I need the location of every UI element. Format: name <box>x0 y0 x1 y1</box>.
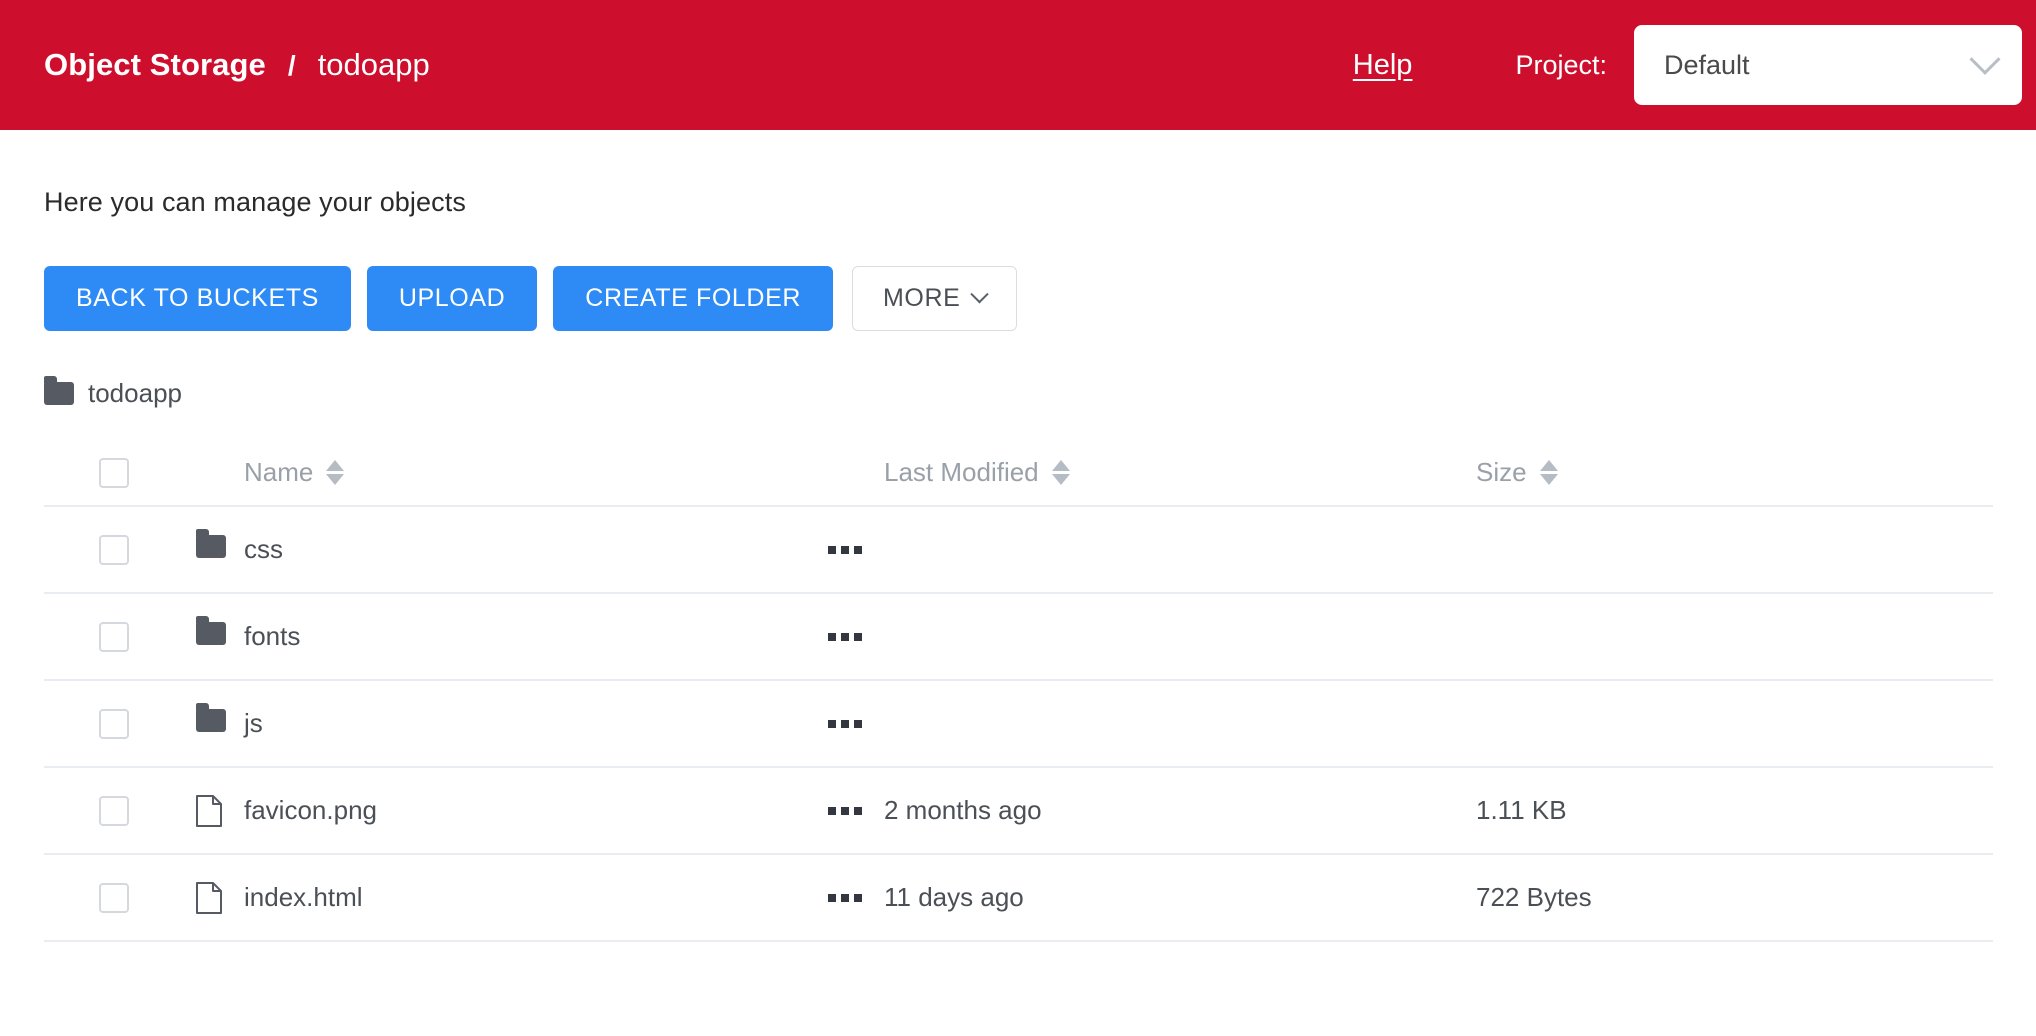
last-modified-column-label: Last Modified <box>884 457 1039 487</box>
row-actions-menu-icon[interactable] <box>828 545 884 554</box>
row-last-modified <box>884 679 1476 767</box>
row-menu-cell <box>828 853 884 942</box>
row-icon-cell <box>196 679 244 767</box>
size-column-header[interactable]: Size <box>1476 440 1993 506</box>
row-last-modified <box>884 592 1476 680</box>
table-row[interactable]: js <box>44 679 1993 767</box>
objects-table: Name Last Modified Size css fonts js fav… <box>44 440 1993 942</box>
project-select[interactable]: Default <box>1634 25 2022 105</box>
sort-icon[interactable] <box>1051 460 1070 485</box>
header-actions: Help Project: Default <box>1353 0 2022 130</box>
row-size: 1.11 KB <box>1476 766 1993 854</box>
row-name[interactable]: favicon.png <box>244 766 828 854</box>
row-icon-cell <box>196 505 244 593</box>
help-link[interactable]: Help <box>1353 49 1413 82</box>
upload-button[interactable]: UPLOAD <box>366 266 538 331</box>
more-button-label: MORE <box>883 284 961 312</box>
row-menu-cell <box>828 505 884 593</box>
folder-icon <box>196 703 226 732</box>
file-icon <box>196 794 222 827</box>
row-actions-menu-icon[interactable] <box>828 806 884 815</box>
row-checkbox[interactable] <box>99 708 129 739</box>
row-actions-menu-icon[interactable] <box>828 893 884 902</box>
page-subtitle: Here you can manage your objects <box>44 187 466 217</box>
breadcrumb: Object Storage / todoapp <box>44 47 430 83</box>
row-actions-menu-icon[interactable] <box>828 719 884 728</box>
row-menu-cell <box>828 766 884 854</box>
row-icon-cell <box>196 853 244 942</box>
chevron-down-icon <box>1969 43 2001 75</box>
select-all-cell <box>44 440 196 506</box>
app-header: Object Storage / todoapp Help Project: D… <box>0 0 2036 130</box>
row-icon-cell <box>196 592 244 680</box>
row-name[interactable]: css <box>244 505 828 593</box>
chevron-down-icon <box>970 285 990 304</box>
row-select-cell <box>44 505 196 593</box>
row-checkbox[interactable] <box>99 882 129 913</box>
table-row[interactable]: css <box>44 505 1993 593</box>
row-select-cell <box>44 679 196 767</box>
back-to-buckets-button[interactable]: BACK TO BUCKETS <box>44 266 351 331</box>
current-folder: todoapp <box>44 375 1992 410</box>
name-column-header[interactable]: Name <box>244 440 828 506</box>
table-header-row: Name Last Modified Size <box>44 440 1993 506</box>
row-name[interactable]: index.html <box>244 853 828 942</box>
row-name[interactable]: js <box>244 679 828 767</box>
menu-column-header <box>828 440 884 506</box>
objects-table-body: css fonts js favicon.png 2 months ago 1.11 KB… <box>44 505 1993 942</box>
project-select-value: Default <box>1664 49 1750 80</box>
row-menu-cell <box>828 679 884 767</box>
row-actions-menu-icon[interactable] <box>828 632 884 641</box>
toolbar: BACK TO BUCKETS UPLOAD CREATE FOLDER MOR… <box>44 266 1992 331</box>
last-modified-column-header[interactable]: Last Modified <box>884 440 1476 506</box>
row-checkbox[interactable] <box>99 621 129 652</box>
row-icon-cell <box>196 766 244 854</box>
row-last-modified <box>884 505 1476 593</box>
icon-column-header <box>196 440 244 506</box>
current-folder-label: todoapp <box>88 377 182 408</box>
row-menu-cell <box>828 592 884 680</box>
select-all-checkbox[interactable] <box>99 457 129 488</box>
sort-icon[interactable] <box>1539 460 1558 485</box>
folder-icon <box>44 375 74 405</box>
row-select-cell <box>44 592 196 680</box>
row-size: 722 Bytes <box>1476 853 1993 942</box>
folder-icon <box>196 616 226 645</box>
breadcrumb-separator: / <box>287 50 296 81</box>
row-last-modified: 2 months ago <box>884 766 1476 854</box>
folder-icon <box>196 529 226 558</box>
name-column-label: Name <box>244 457 314 487</box>
row-size <box>1476 679 1993 767</box>
row-last-modified: 11 days ago <box>884 853 1476 942</box>
row-checkbox[interactable] <box>99 534 129 565</box>
sort-icon[interactable] <box>326 460 345 485</box>
row-select-cell <box>44 766 196 854</box>
breadcrumb-bucket-name[interactable]: todoapp <box>318 47 430 83</box>
create-folder-button[interactable]: CREATE FOLDER <box>553 266 833 331</box>
project-label: Project: <box>1515 49 1607 80</box>
table-row[interactable]: favicon.png 2 months ago 1.11 KB <box>44 766 1993 854</box>
file-icon <box>196 881 222 914</box>
row-select-cell <box>44 853 196 942</box>
app-title[interactable]: Object Storage <box>44 47 266 83</box>
row-name[interactable]: fonts <box>244 592 828 680</box>
size-column-label: Size <box>1476 457 1527 487</box>
more-button[interactable]: MORE <box>852 266 1018 331</box>
row-size <box>1476 592 1993 680</box>
main-content: Here you can manage your objects BACK TO… <box>0 187 2036 942</box>
row-checkbox[interactable] <box>99 795 129 826</box>
table-row[interactable]: fonts <box>44 592 1993 680</box>
row-size <box>1476 505 1993 593</box>
table-row[interactable]: index.html 11 days ago 722 Bytes <box>44 853 1993 942</box>
